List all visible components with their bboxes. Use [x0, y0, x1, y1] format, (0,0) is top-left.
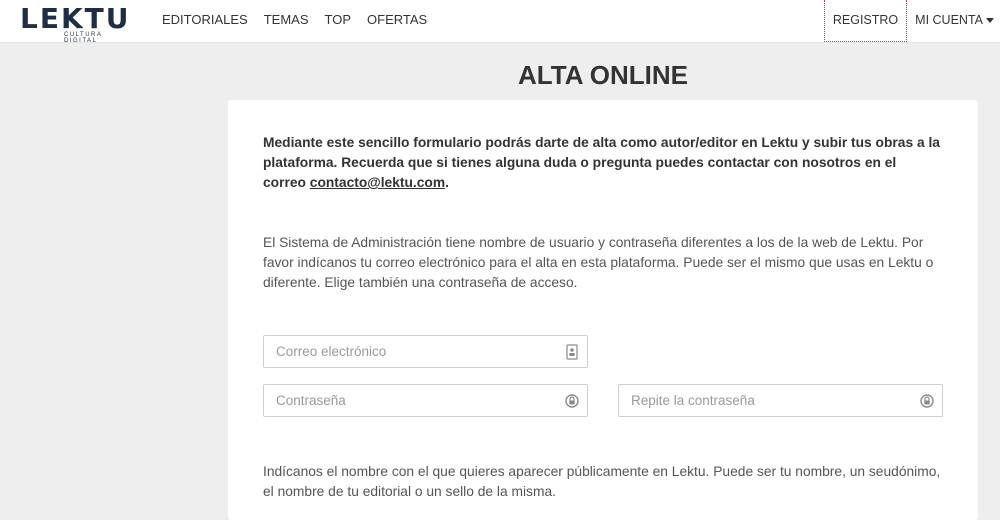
mi-cuenta-dropdown[interactable]: MI CUENTA — [907, 0, 994, 42]
repeat-password-input[interactable] — [619, 385, 901, 416]
nav-link-editoriales[interactable]: EDITORIALES — [162, 0, 248, 42]
lock-icon — [565, 394, 579, 408]
repeat-password-field-wrapper — [618, 384, 943, 417]
nav-link-ofertas[interactable]: OFERTAS — [367, 0, 427, 42]
page-title: ALTA ONLINE — [518, 60, 688, 90]
mi-cuenta-label: MI CUENTA — [915, 13, 983, 27]
contact-email-link[interactable]: contacto@lektu.com — [310, 175, 445, 190]
caret-down-icon — [986, 18, 994, 24]
intro-paragraph: Mediante este sencillo formulario podrás… — [263, 133, 943, 193]
public-name-paragraph: Indícanos el nombre con el que quieres a… — [263, 464, 941, 499]
email-field-wrapper — [263, 335, 588, 368]
email-input[interactable] — [264, 336, 546, 367]
logo-wordmark: LEKTU — [20, 2, 131, 35]
password-input[interactable] — [264, 385, 546, 416]
main-nav: EDITORIALES TEMAS TOP OFERTAS — [162, 0, 443, 42]
admin-info-paragraph: El Sistema de Administración tiene nombr… — [263, 235, 934, 290]
registro-link[interactable]: REGISTRO — [823, 0, 908, 42]
password-field-wrapper — [263, 384, 588, 417]
lektu-logo[interactable]: LEKTU CULTURA DIGITAL — [20, 2, 135, 45]
nav-link-top[interactable]: TOP — [325, 0, 352, 42]
top-navbar: LEKTU CULTURA DIGITAL EDITORIALES TEMAS … — [0, 0, 1000, 45]
signup-form-card: Mediante este sencillo formulario podrás… — [228, 100, 978, 520]
account-nav: REGISTRO MI CUENTA — [823, 0, 994, 42]
nav-link-temas[interactable]: TEMAS — [264, 0, 309, 42]
lock-icon — [920, 394, 934, 408]
intro-end: . — [445, 175, 449, 190]
logo-tagline: CULTURA DIGITAL — [64, 32, 103, 44]
contact-card-icon — [566, 344, 578, 360]
